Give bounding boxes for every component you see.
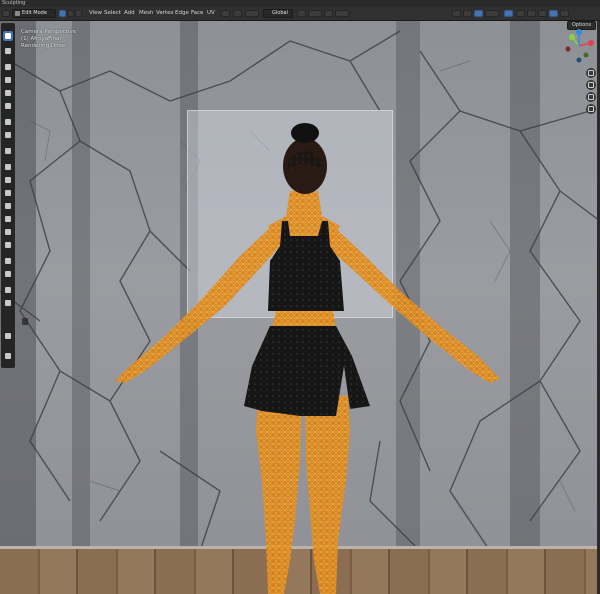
transform-icon[interactable] <box>3 101 13 111</box>
menu-face[interactable]: Face <box>191 7 203 20</box>
vertex-select-icon[interactable] <box>59 10 66 17</box>
x-axis-handle[interactable] <box>588 40 594 46</box>
edge-slide-icon[interactable] <box>3 269 13 279</box>
shading-solid-icon[interactable] <box>527 10 536 17</box>
loop-cut-icon[interactable] <box>3 201 13 211</box>
midriff <box>272 311 336 328</box>
left-leg <box>256 396 302 594</box>
edge-select-icon[interactable] <box>67 10 74 17</box>
editor-type-icon[interactable] <box>2 10 10 17</box>
smooth-icon[interactable] <box>3 256 13 266</box>
rotate-icon[interactable] <box>3 75 13 85</box>
poly-build-icon[interactable] <box>3 227 13 237</box>
character-mesh[interactable] <box>0 21 600 594</box>
measure-icon[interactable] <box>3 130 13 140</box>
zoom-icon[interactable] <box>586 68 596 78</box>
perspective-icon[interactable] <box>586 104 596 114</box>
shear-icon[interactable] <box>3 298 13 308</box>
right-leg <box>305 396 350 594</box>
menu-mesh[interactable]: Mesh <box>139 7 153 20</box>
knife-icon[interactable] <box>3 214 13 224</box>
gizmo-active-icon[interactable] <box>474 10 483 17</box>
mode-label: Edit Mode <box>22 10 47 16</box>
black-skirt <box>244 326 370 416</box>
camera-view-icon[interactable] <box>586 92 596 102</box>
add-cube-icon[interactable] <box>3 146 13 156</box>
3d-viewport[interactable]: Camera Perspective (1) AfroyaFinal Rende… <box>0 21 600 594</box>
orientation-dropdown[interactable]: Global <box>263 9 293 18</box>
shading-wireframe-icon[interactable] <box>516 10 525 17</box>
viewport-header: Edit Mode View Select Add Mesh Vertex Ed… <box>0 7 600 21</box>
y-axis-handle[interactable] <box>569 34 575 40</box>
mode-dropdown[interactable]: Edit Mode <box>12 9 56 18</box>
cursor-icon[interactable] <box>3 46 13 56</box>
xray-icon[interactable] <box>504 10 513 17</box>
bevel-icon[interactable] <box>3 188 13 198</box>
edit-mode-icon <box>15 11 20 16</box>
shading-material-icon[interactable] <box>538 10 547 17</box>
pan-icon[interactable] <box>586 80 596 90</box>
workspace-title: Sculpting <box>2 0 26 6</box>
pivot-point-icon[interactable] <box>221 10 230 17</box>
menu-vertex[interactable]: Vertex <box>156 7 174 20</box>
title-bar: Sculpting <box>0 0 600 7</box>
proportional-edit-icon[interactable] <box>324 10 333 17</box>
overlay-visibility-icon[interactable] <box>452 10 461 17</box>
select-box-icon[interactable] <box>3 31 13 41</box>
spin-icon[interactable] <box>3 240 13 250</box>
falloff-icon[interactable] <box>335 10 349 17</box>
menu-select[interactable]: Select <box>104 7 121 20</box>
rip-icon[interactable] <box>3 331 13 341</box>
object-name: (1) AfroyaFinal <box>21 36 61 42</box>
menu-uv[interactable]: UV <box>207 7 215 20</box>
face-select-icon[interactable] <box>75 10 82 17</box>
shrink-fatten-icon[interactable] <box>3 285 13 295</box>
shading-rendered-icon[interactable] <box>549 10 558 17</box>
sidebar-handle[interactable] <box>22 318 28 325</box>
navigation-gizmo[interactable] <box>562 29 596 63</box>
gizmo-icon[interactable] <box>463 10 472 17</box>
menu-add[interactable]: Add <box>124 7 135 20</box>
options-label: Options <box>571 22 592 28</box>
scale-icon[interactable] <box>3 88 13 98</box>
z-axis-handle[interactable] <box>576 29 582 35</box>
snapping-icon[interactable] <box>297 10 306 17</box>
extra-icon[interactable] <box>3 351 13 361</box>
tool-shelf <box>1 23 15 368</box>
overlays-icon[interactable] <box>485 10 499 17</box>
extrude-icon[interactable] <box>3 162 13 172</box>
hair-bun <box>291 123 319 143</box>
transform-pivot-icon[interactable] <box>245 10 259 17</box>
shading-options-icon[interactable] <box>560 10 569 17</box>
render-status: Rendering Done <box>21 43 66 49</box>
move-icon[interactable] <box>3 62 13 72</box>
snap-target-icon[interactable] <box>233 10 242 17</box>
menu-edge[interactable]: Edge <box>175 7 189 20</box>
orientation-label: Global <box>272 10 288 16</box>
view-name: Camera Perspective <box>21 29 77 35</box>
snap-mode-icon[interactable] <box>308 10 322 17</box>
inset-icon[interactable] <box>3 175 13 185</box>
annotate-icon[interactable] <box>3 117 13 127</box>
menu-view[interactable]: View <box>89 7 102 20</box>
